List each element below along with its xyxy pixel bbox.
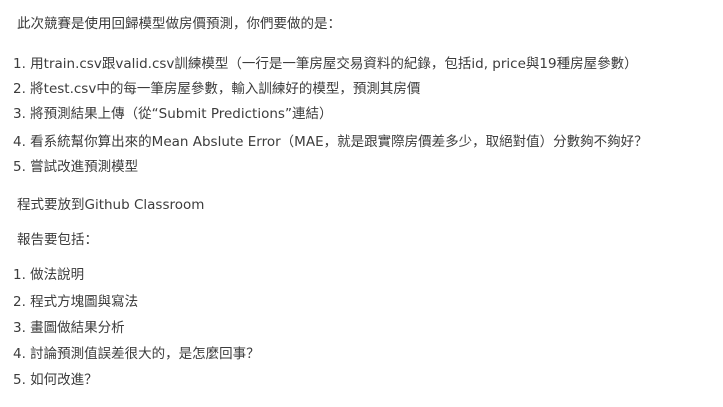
report-intro: 報告要包括： [17,232,98,248]
list-item: 2. 將test.csv中的每一筆房屋參數，輸入訓練好的模型，預測其房價 [13,81,421,97]
list-item: 1. 用train.csv跟valid.csv訓練模型（一行是一筆房屋交易資料的… [13,56,638,72]
list-item: 3. 畫圖做結果分析 [13,320,125,336]
list-item: 4. 看系統幫你算出來的Mean Abslute Error（MAE，就是跟實際… [13,134,648,150]
list-item: 5. 嘗試改進預測模型 [13,159,139,175]
list-item: 3. 將預測結果上傳（從“Submit Predictions”連結） [13,106,333,122]
list-item: 1. 做法說明 [13,267,85,283]
list-item: 5. 如何改進？ [13,372,98,388]
list-item: 4. 討論預測值誤差很大的，是怎麼回事？ [13,346,260,362]
code-note: 程式要放到Github Classroom [17,197,205,213]
intro-text: 此次競賽是使用回歸模型做房價預測，你們要做的是： [17,16,341,32]
list-item: 2. 程式方塊圖與寫法 [13,294,139,310]
